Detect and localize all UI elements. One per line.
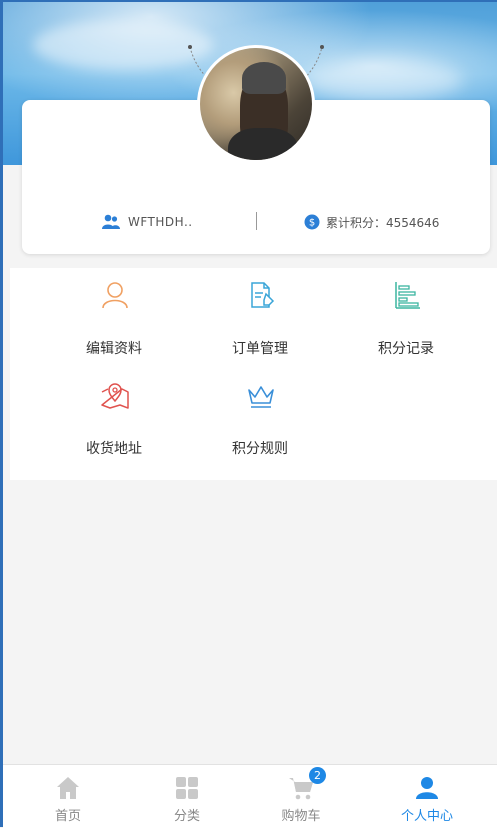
menu-item-edit-profile[interactable]: 编辑资料 — [44, 268, 184, 357]
menu-item-label: 编辑资料 — [86, 341, 142, 357]
tab-label: 个人中心 — [400, 809, 453, 824]
menu-item-orders[interactable]: 订单管理 — [190, 268, 330, 357]
menu-item-label: 积分规则 — [232, 441, 288, 457]
tab-label: 分类 — [173, 809, 200, 824]
window-top-border — [0, 0, 497, 2]
menu-item-label: 订单管理 — [232, 341, 288, 357]
tab-category[interactable]: 分类 — [137, 765, 237, 828]
points-text: 累计积分：4554646 — [326, 215, 440, 230]
crown-icon — [248, 386, 274, 408]
tab-home[interactable]: 首页 — [18, 765, 118, 828]
tab-label: 购物车 — [281, 809, 321, 824]
svg-text:$: $ — [309, 218, 315, 229]
user-info-row: WFTHDH.. $ 累计积分：4554646 — [22, 210, 490, 234]
tab-profile[interactable]: 个人中心 — [377, 765, 477, 828]
window-left-border — [0, 0, 3, 827]
grid-icon — [176, 777, 198, 799]
list-record-icon — [395, 282, 420, 309]
user-icon — [102, 282, 128, 309]
menu-item-label: 积分记录 — [378, 341, 434, 357]
menu-item-address[interactable]: 收货地址 — [44, 368, 184, 457]
users-icon — [102, 214, 120, 229]
map-location-icon — [101, 383, 129, 409]
menu-item-points-rules[interactable]: 积分规则 — [190, 368, 330, 457]
bottom-tab-bar: 首页 分类 2 购物车 个人中心 — [3, 764, 497, 828]
cart-badge: 2 — [309, 767, 326, 784]
coin-icon: $ — [304, 214, 320, 230]
username-text: WFTHDH.. — [128, 215, 193, 229]
avatar[interactable] — [197, 45, 315, 163]
tab-cart[interactable]: 2 购物车 — [251, 765, 351, 828]
menu-item-points-record[interactable]: 积分记录 — [336, 268, 476, 357]
home-icon — [57, 777, 79, 799]
info-divider — [256, 212, 257, 230]
tab-label: 首页 — [54, 809, 81, 824]
document-edit-icon — [251, 282, 275, 308]
username-section: WFTHDH.. — [102, 210, 193, 234]
person-icon — [416, 777, 438, 799]
menu-grid: 编辑资料 订单管理 积分记录 收货地址 积分规则 — [10, 268, 497, 480]
points-section: $ 累计积分：4554646 — [304, 210, 439, 234]
menu-item-label: 收货地址 — [86, 441, 142, 457]
